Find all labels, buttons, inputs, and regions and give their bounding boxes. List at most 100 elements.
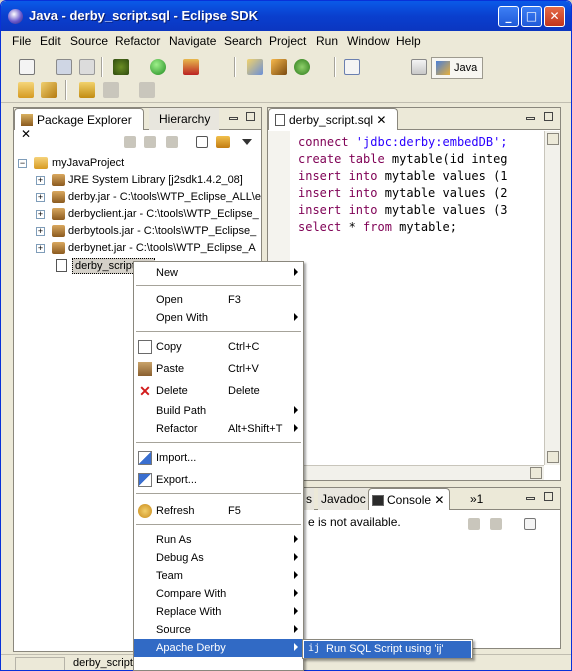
minimize-view-icon[interactable]: [526, 117, 535, 120]
java-perspective-icon: [436, 61, 450, 75]
expand-toggle[interactable]: +: [36, 210, 45, 219]
tab-package-explorer[interactable]: Package Explorer ✕: [14, 108, 144, 141]
menu-search[interactable]: Search: [224, 34, 262, 48]
menu-item-apache-derby[interactable]: Apache Derby: [134, 639, 303, 657]
import-icon: [138, 451, 152, 465]
console-tabbar: s Javadoc Console ✕ »1: [268, 488, 560, 510]
code-line[interactable]: create table mytable(id integ: [298, 152, 508, 166]
new-class-icon[interactable]: [294, 59, 310, 75]
new-java-project-icon[interactable]: [247, 59, 263, 75]
expand-toggle[interactable]: +: [36, 193, 45, 202]
menu-item-run-sql-script[interactable]: ij Run SQL Script using 'ij': [304, 641, 471, 658]
menu-file[interactable]: File: [12, 34, 31, 48]
up-icon[interactable]: [166, 136, 178, 148]
menu-window[interactable]: Window: [347, 34, 390, 48]
menu-item-import[interactable]: Import...: [134, 449, 303, 467]
menu-item-delete[interactable]: ✕ Delete Delete: [134, 382, 303, 400]
link-editor-icon[interactable]: [216, 136, 230, 148]
close-icon[interactable]: ✕: [434, 493, 444, 507]
menu-item-replace-with[interactable]: Replace With: [134, 603, 303, 621]
run-icon[interactable]: [150, 59, 166, 75]
menu-item-open[interactable]: Open F3: [134, 291, 303, 309]
menu-item-copy[interactable]: Copy Ctrl+C: [134, 338, 303, 356]
tab-console[interactable]: Console ✕: [368, 488, 450, 510]
menu-item-team[interactable]: Team: [134, 567, 303, 585]
menu-run[interactable]: Run: [316, 34, 338, 48]
expand-toggle[interactable]: +: [36, 244, 45, 253]
menu-refactor[interactable]: Refactor: [115, 34, 160, 48]
menu-item-refresh[interactable]: Refresh F5: [134, 502, 303, 520]
tab-truncated[interactable]: s: [304, 488, 314, 510]
menu-edit[interactable]: Edit: [40, 34, 61, 48]
horizontal-scrollbar[interactable]: [290, 465, 544, 480]
last-edit-icon[interactable]: [79, 82, 95, 98]
maximize-view-icon[interactable]: [246, 112, 255, 121]
scroll-down-icon[interactable]: [547, 451, 559, 463]
open-perspective-icon[interactable]: [411, 59, 427, 75]
menu-source[interactable]: Source: [70, 34, 108, 48]
more-tabs-button[interactable]: »1: [468, 488, 492, 510]
collapse-toggle[interactable]: −: [18, 159, 27, 168]
perspective-java-button[interactable]: Java: [431, 57, 483, 79]
minimize-view-icon[interactable]: [526, 497, 535, 500]
maximize-button[interactable]: □: [521, 6, 542, 27]
new-icon[interactable]: [19, 59, 35, 75]
tab-javadoc[interactable]: Javadoc: [318, 488, 368, 510]
scroll-up-icon[interactable]: [547, 133, 559, 145]
back-icon[interactable]: [124, 136, 136, 148]
maximize-view-icon[interactable]: [544, 112, 553, 121]
jar-icon: [52, 208, 65, 220]
menu-item-compare-with[interactable]: Compare With: [134, 585, 303, 603]
open-type-icon[interactable]: [344, 59, 360, 75]
display-console-icon[interactable]: [490, 518, 502, 530]
forward-arrow-icon[interactable]: [139, 82, 155, 98]
print-icon[interactable]: [79, 59, 95, 75]
code-line[interactable]: insert into mytable values (2: [298, 186, 508, 200]
close-button[interactable]: ✕: [544, 6, 565, 27]
menu-item-refactor[interactable]: Refactor Alt+Shift+T: [134, 420, 303, 438]
open-folder-icon[interactable]: [18, 82, 34, 98]
menu-separator: [136, 493, 301, 494]
minimize-view-icon[interactable]: [229, 117, 238, 120]
code-line[interactable]: insert into mytable values (1: [298, 169, 508, 183]
menu-item-new[interactable]: New: [134, 264, 303, 282]
expand-toggle[interactable]: +: [36, 227, 45, 236]
external-tools-icon[interactable]: [183, 59, 199, 75]
new-package-icon[interactable]: [271, 59, 287, 75]
tree-label: derbynet.jar - C:\tools\WTP_Eclipse_A: [68, 242, 256, 254]
menu-item-build-path[interactable]: Build Path: [134, 402, 303, 420]
menu-item-export[interactable]: Export...: [134, 471, 303, 489]
debug-icon[interactable]: [113, 59, 129, 75]
tab-hierarchy[interactable]: Hierarchy: [149, 108, 219, 130]
menu-item-run-as[interactable]: Run As: [134, 531, 303, 549]
back-arrow-icon[interactable]: [103, 82, 119, 98]
menu-item-paste[interactable]: Paste Ctrl+V: [134, 360, 303, 378]
title-bar: Java - derby_script.sql - Eclipse SDK _ …: [1, 1, 571, 31]
minimize-button[interactable]: _: [498, 6, 519, 27]
scroll-right-icon[interactable]: [530, 467, 542, 479]
vertical-scrollbar[interactable]: [544, 131, 560, 465]
forward-icon[interactable]: [144, 136, 156, 148]
collapse-all-icon[interactable]: [196, 136, 208, 148]
expand-toggle[interactable]: +: [36, 176, 45, 185]
code-line[interactable]: select * from mytable;: [298, 220, 457, 234]
code-line[interactable]: insert into mytable values (3: [298, 203, 508, 217]
maximize-view-icon[interactable]: [544, 492, 553, 501]
pencil-icon[interactable]: [41, 82, 57, 98]
menu-help[interactable]: Help: [396, 34, 421, 48]
close-icon[interactable]: ✕: [21, 127, 31, 141]
tab-derby-script-sql[interactable]: derby_script.sql ✕: [268, 108, 398, 130]
menu-item-source[interactable]: Source: [134, 621, 303, 639]
editor-tabbar: derby_script.sql ✕: [268, 108, 560, 130]
menu-project[interactable]: Project: [269, 34, 306, 48]
save-icon[interactable]: [56, 59, 72, 75]
toolbar-separator: [234, 57, 236, 77]
open-console-icon[interactable]: [524, 518, 536, 530]
pin-console-icon[interactable]: [468, 518, 480, 530]
menu-navigate[interactable]: Navigate: [169, 34, 216, 48]
code-line[interactable]: connect 'jdbc:derby:embedDB';: [298, 135, 508, 149]
menu-item-debug-as[interactable]: Debug As: [134, 549, 303, 567]
menu-item-open-with[interactable]: Open With: [134, 309, 303, 327]
close-icon[interactable]: ✕: [376, 113, 386, 127]
view-menu-icon[interactable]: [242, 139, 252, 145]
